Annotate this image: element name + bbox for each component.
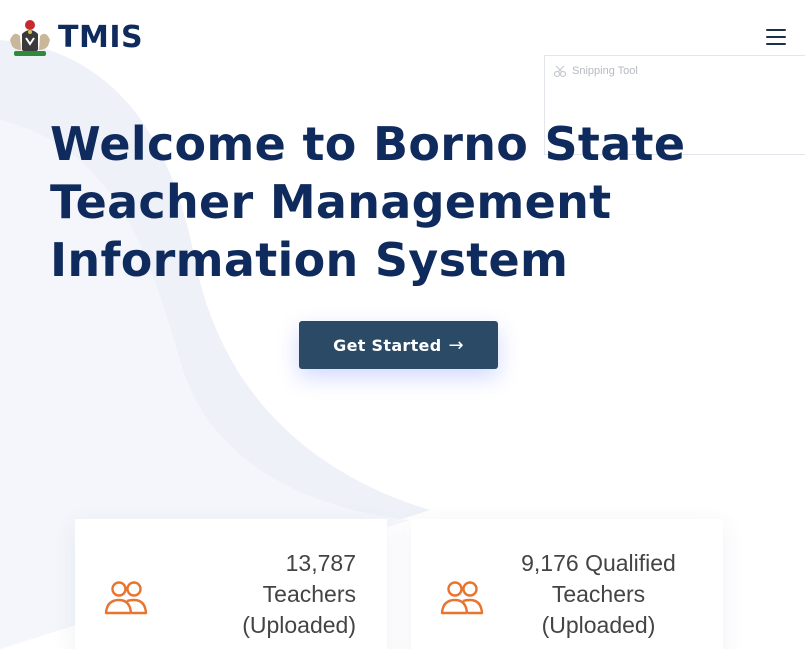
snipping-tool-title: Snipping Tool <box>553 64 638 78</box>
stat-card-teachers: 13,787 Teachers (Uploaded) <box>75 519 387 649</box>
logo[interactable]: TMIS <box>8 16 143 58</box>
hero-title-line-3: Information System <box>50 233 569 287</box>
stat-text: 9,176 Qualified Teachers (Uploaded) <box>506 548 691 641</box>
stat-sublabel: (Uploaded) <box>541 612 656 638</box>
stat-value: 9,176 Qualified <box>521 550 676 576</box>
brand-name: TMIS <box>58 19 144 55</box>
snipping-tool-label: Snipping Tool <box>572 65 638 77</box>
page: TMIS Snipping Tool Welcome to Borno Stat… <box>0 0 805 649</box>
get-started-button[interactable]: Get Started → <box>299 321 498 369</box>
scissors-icon <box>553 65 567 78</box>
users-icon <box>440 581 484 615</box>
stat-label: Teachers <box>551 581 646 607</box>
users-icon <box>104 581 148 615</box>
stat-sublabel: (Uploaded) <box>242 612 356 638</box>
hamburger-menu-icon[interactable] <box>762 26 790 48</box>
hero-title-line-1: Welcome to Borno State <box>50 117 686 171</box>
get-started-label: Get Started <box>333 335 442 355</box>
hero-title: Welcome to Borno State Teacher Managemen… <box>50 115 690 289</box>
arrow-right-icon: → <box>448 334 464 356</box>
stat-label: Teachers <box>262 581 356 607</box>
stat-value: 13,787 <box>285 550 356 576</box>
stat-card-qualified-teachers: 9,176 Qualified Teachers (Uploaded) <box>411 519 723 649</box>
stat-text: 13,787 Teachers (Uploaded) <box>186 548 356 641</box>
hero-title-line-2: Teacher Management <box>50 175 612 229</box>
coat-of-arms-icon <box>10 20 50 56</box>
